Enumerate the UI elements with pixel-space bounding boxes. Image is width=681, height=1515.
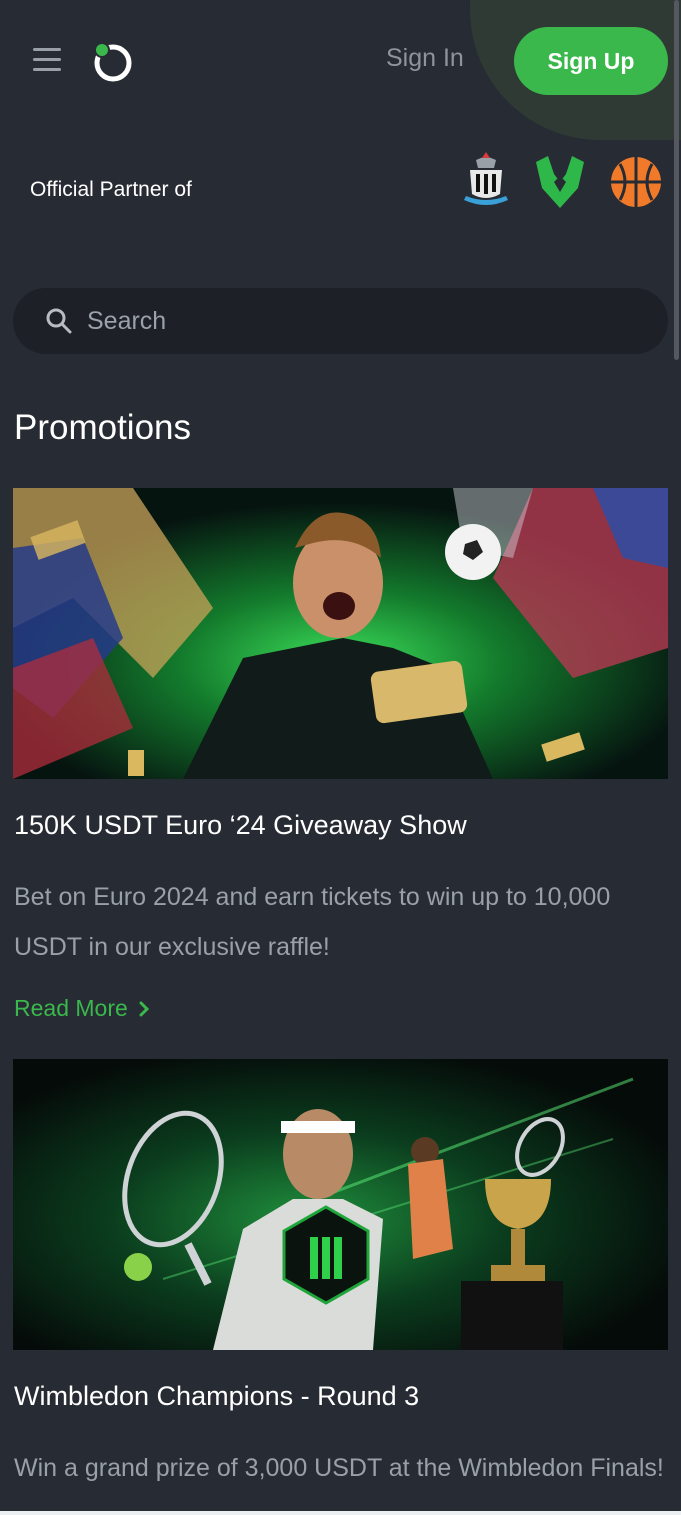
chevron-right-icon [139, 1001, 149, 1016]
partner-label: Official Partner of [30, 178, 192, 201]
bottom-bar [0, 1511, 681, 1515]
read-more-link[interactable]: Read More [14, 995, 150, 1022]
scrollbar[interactable] [674, 0, 679, 360]
promo-title: Wimbledon Champions - Round 3 [14, 1381, 420, 1411]
search-bar[interactable] [13, 288, 668, 354]
logo-icon[interactable] [90, 40, 134, 84]
hamburger-menu-icon[interactable] [33, 48, 61, 74]
sign-up-button[interactable]: Sign Up [514, 27, 668, 95]
read-more-label: Read More [14, 995, 128, 1021]
header: Sign In Sign Up [0, 0, 681, 140]
promo-description: Bet on Euro 2024 and earn tickets to win… [14, 883, 611, 961]
sign-in-link[interactable]: Sign In [386, 44, 464, 73]
promotions-heading: Promotions [14, 408, 192, 447]
search-input[interactable] [87, 306, 627, 336]
basketball-icon [611, 157, 661, 207]
promo-title: 150K USDT Euro ‘24 Giveaway Show [14, 810, 467, 840]
promo-description: Win a grand prize of 3,000 USDT at the W… [14, 1454, 664, 1482]
euro-promo-image[interactable] [13, 488, 668, 779]
newcastle-crest-icon [464, 152, 508, 205]
search-icon [46, 308, 72, 334]
page: Sign In Sign Up Official Partner of Prom… [0, 0, 681, 1515]
wimbledon-promo-image[interactable] [13, 1059, 668, 1350]
esports-team-icon [536, 156, 584, 208]
